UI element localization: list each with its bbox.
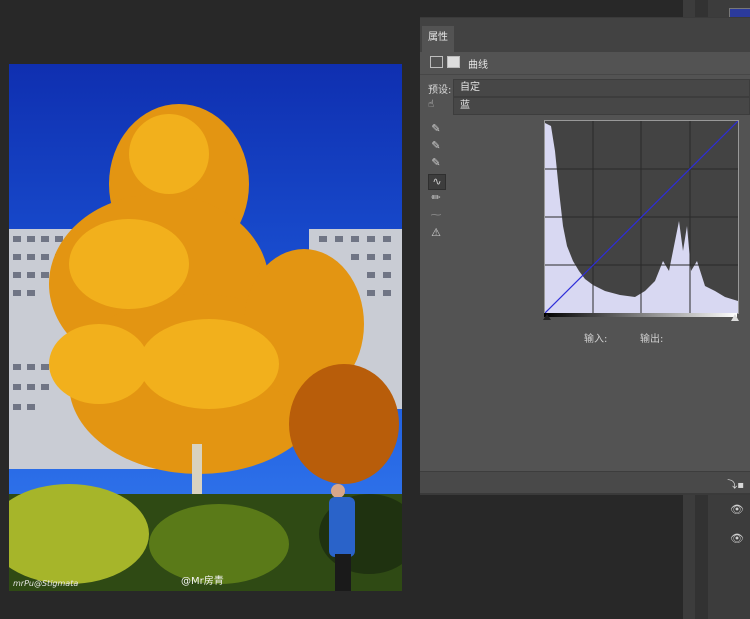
curve-edit-icon[interactable]: ∿ xyxy=(428,174,446,190)
panel-tabbar: 属性 xyxy=(420,18,750,52)
curves-graph[interactable] xyxy=(544,120,739,314)
channel-dropdown[interactable]: 蓝 xyxy=(453,97,750,115)
input-gradient-bar xyxy=(544,313,737,317)
watermark-left: mrPu@Stigmata xyxy=(13,579,79,588)
mask-icon[interactable] xyxy=(447,56,460,68)
preset-label: 预设: xyxy=(428,85,452,96)
clipping-warning-icon[interactable]: ⚠ xyxy=(428,226,444,240)
panel-header: 曲线 xyxy=(420,52,750,75)
eyedropper-icon[interactable]: ✎ xyxy=(428,122,444,136)
eyedropper-icon[interactable]: ✎ xyxy=(428,156,444,170)
eyedropper-icon[interactable]: ✎ xyxy=(428,139,444,153)
channel-row: ☝ 蓝 xyxy=(420,97,750,115)
smooth-icon[interactable]: ⁓ xyxy=(428,208,444,222)
output-label: 输出: xyxy=(640,334,664,345)
eye-icon[interactable]: 👁 xyxy=(727,529,747,549)
input-label: 输入: xyxy=(584,334,608,345)
panel-footer: ⤵▪ xyxy=(420,471,750,494)
black-point-slider[interactable] xyxy=(543,314,551,320)
pencil-icon[interactable]: ✏ xyxy=(428,191,444,205)
eye-icon[interactable]: 👁 xyxy=(727,500,747,520)
watermark-weibo: @Mr房青 xyxy=(181,576,224,587)
properties-panel: 属性 曲线 预设: 自定 ☝ 蓝 ✎ ✎ ✎ ∿ ✏ ⁓ ⚠ 输入: 输出: ⤵… xyxy=(420,17,750,494)
photo-image xyxy=(9,64,402,591)
target-adjust-icon[interactable]: ☝ xyxy=(428,99,434,110)
curves-icon[interactable] xyxy=(430,56,443,68)
white-point-slider[interactable] xyxy=(731,314,739,321)
preset-row: 预设: 自定 xyxy=(420,79,750,97)
panel-title: 曲线 xyxy=(468,60,488,71)
preset-dropdown[interactable]: 自定 xyxy=(453,79,750,97)
clip-to-layer-icon[interactable]: ⤵▪ xyxy=(727,476,744,491)
photo-canvas: mrPu@Stigmata @Mr房青 xyxy=(9,64,402,591)
tab-properties[interactable]: 属性 xyxy=(422,26,454,52)
panel-bottom-edge xyxy=(420,493,750,495)
